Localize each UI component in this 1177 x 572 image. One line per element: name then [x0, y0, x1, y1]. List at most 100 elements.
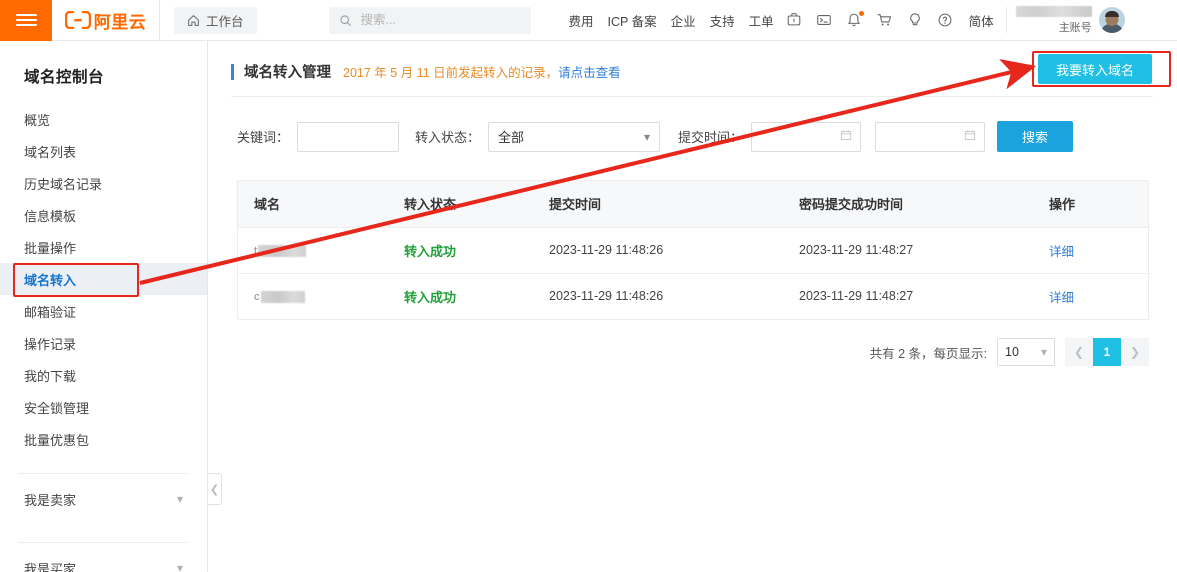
nav-link-enterprise[interactable]: 企业 — [671, 11, 696, 30]
status-label: 转入状态： — [415, 130, 481, 145]
nav-link-fees[interactable]: 费用 — [569, 11, 594, 30]
detail-link[interactable]: 详细 — [1049, 291, 1074, 305]
sidebar-item-label: 邮箱验证 — [24, 304, 77, 320]
bulb-icon[interactable] — [907, 12, 923, 28]
sidebar-title: 域名控制台 — [24, 69, 105, 86]
table-header-row: 域名 转入状态 提交时间 密码提交成功时间 操作 — [238, 181, 1148, 228]
status-select[interactable]: 全部 ▾ — [488, 121, 661, 152]
sidebar-item-label: 历史域名记录 — [24, 176, 103, 192]
avatar[interactable] — [1098, 7, 1125, 33]
pagination-summary: 共有 2 条，每页显示: — [869, 346, 987, 361]
table-row[interactable]: t 转入成功 2023-11-29 11:48:26 2023-11-29 11… — [238, 227, 1148, 274]
keyword-label: 关键词： — [237, 130, 290, 145]
page-size-select[interactable]: 10 ▾ — [997, 338, 1055, 366]
sidebar-item-label: 信息模板 — [24, 208, 77, 224]
sidebar-item-my-downloads[interactable]: 我的下载 — [0, 359, 207, 391]
cart-icon[interactable] — [876, 12, 893, 28]
top-navigation-bar: 阿里云 工作台 费用 ICP 备案 企业 支持 工单 — [0, 0, 1177, 41]
account-role-label: 主账号 — [1058, 21, 1092, 34]
cell-domain: c — [238, 273, 388, 319]
sidebar-group-label: 我是买家 — [24, 561, 77, 572]
sidebar-item-label: 安全锁管理 — [24, 400, 90, 416]
sidebar-item-overview[interactable]: 概览 — [0, 103, 207, 135]
sidebar-item-label: 批量操作 — [24, 240, 77, 256]
chevron-right-icon: ❯ — [1129, 345, 1141, 359]
page-notice-text: 2017 年 5 月 11 日前发起转入的记录， — [343, 66, 559, 80]
keyword-input[interactable] — [297, 121, 400, 152]
global-search-box[interactable] — [328, 6, 531, 34]
chevron-left-icon: ❮ — [1073, 345, 1085, 359]
table-row[interactable]: c 转入成功 2023-11-29 11:48:26 2023-11-29 11… — [238, 273, 1148, 319]
chevron-down-icon: ▾ — [1040, 345, 1047, 359]
submit-time-start-input[interactable] — [751, 121, 862, 152]
page-notice: 2017 年 5 月 11 日前发起转入的记录，请点击查看 — [343, 62, 621, 81]
search-button[interactable]: 搜索 — [997, 121, 1074, 152]
column-header-submit-time: 提交时间 — [533, 181, 783, 228]
sidebar-item-batch-package[interactable]: 批量优惠包 — [0, 423, 207, 455]
cell-submit-time: 2023-11-29 11:48:26 — [549, 289, 664, 304]
aliyun-logo[interactable]: 阿里云 — [52, 0, 160, 41]
calendar-icon — [964, 129, 976, 144]
cell-domain: t — [238, 227, 388, 274]
sidebar-item-security-lock[interactable]: 安全锁管理 — [0, 391, 207, 423]
global-search-input[interactable] — [358, 12, 509, 28]
sidebar-item-email-verify[interactable]: 邮箱验证 — [0, 295, 207, 327]
sidebar-item-domain-list[interactable]: 域名列表 — [0, 135, 207, 167]
pagination: 共有 2 条，每页显示: 10 ▾ ❮ 1 ❯ — [209, 338, 1149, 366]
hamburger-menu-icon[interactable] — [0, 0, 52, 41]
sidebar-item-domain-transfer-in[interactable]: 域名转入 — [0, 263, 207, 295]
nav-link-ticket[interactable]: 工单 — [749, 11, 774, 30]
sidebar-item-label: 我的下载 — [24, 368, 77, 384]
sidebar-item-operation-log[interactable]: 操作记录 — [0, 327, 207, 359]
submit-time-end-input[interactable] — [875, 121, 986, 152]
column-header-status: 转入状态 — [388, 181, 533, 228]
help-icon[interactable] — [937, 12, 953, 28]
workbench-label: 工作台 — [206, 14, 244, 29]
chevron-down-icon: ▾ — [644, 129, 651, 144]
page-size-value: 10 — [1005, 345, 1019, 359]
cell-password-time: 2023-11-29 11:48:27 — [783, 227, 1033, 274]
sidebar-item-batch-ops[interactable]: 批量操作 — [0, 231, 207, 263]
top-nav-links: 费用 ICP 备案 企业 支持 工单 — [569, 11, 774, 30]
sidebar-group-seller[interactable]: 我是卖家 ▾ — [0, 474, 207, 524]
language-switcher[interactable]: 简体 — [969, 11, 994, 30]
chevron-down-icon: ▾ — [176, 492, 183, 506]
cell-action: 详细 — [1033, 227, 1148, 274]
column-header-password-time: 密码提交成功时间 — [783, 181, 1033, 228]
prev-page-button[interactable]: ❮ — [1065, 338, 1093, 366]
status-badge: 转入成功 — [404, 243, 457, 259]
calendar-icon — [840, 129, 852, 144]
home-icon — [188, 14, 199, 26]
nav-link-icp[interactable]: ICP 备案 — [608, 11, 657, 30]
chevron-left-icon: ❮ — [209, 483, 220, 496]
column-header-domain: 域名 — [238, 181, 388, 228]
sidebar-item-label: 域名转入 — [24, 272, 77, 288]
sidebar-nav-list: 概览 域名列表 历史域名记录 信息模板 批量操作 域名转入 邮箱验证 操作记录 … — [0, 103, 207, 455]
bell-icon[interactable] — [846, 11, 864, 28]
sidebar-item-history[interactable]: 历史域名记录 — [0, 167, 207, 199]
domain-redacted — [260, 290, 305, 303]
next-page-button[interactable]: ❯ — [1121, 338, 1149, 366]
detail-link[interactable]: 详细 — [1049, 245, 1074, 259]
account-menu[interactable]: 主账号 — [1015, 5, 1125, 35]
sidebar-item-info-template[interactable]: 信息模板 — [0, 199, 207, 231]
column-header-action: 操作 — [1033, 181, 1148, 228]
nav-link-support[interactable]: 支持 — [710, 11, 735, 30]
page-button-1[interactable]: 1 — [1093, 338, 1121, 366]
transfer-in-domain-button[interactable]: 我要转入域名 — [1037, 54, 1152, 84]
main-content: 域名转入管理 2017 年 5 月 11 日前发起转入的记录，请点击查看 我要转… — [209, 41, 1177, 572]
sidebar-item-label: 操作记录 — [24, 336, 77, 352]
page-notice-link[interactable]: 请点击查看 — [558, 66, 621, 80]
transfer-records-table: 域名 转入状态 提交时间 密码提交成功时间 操作 t 转入成功 2023-11-… — [237, 180, 1149, 320]
workbench-button[interactable]: 工作台 — [174, 6, 257, 34]
toolbox-icon[interactable] — [786, 12, 802, 28]
status-select-value: 全部 — [498, 130, 525, 145]
page-root: 阿里云 工作台 费用 ICP 备案 企业 支持 工单 — [0, 0, 1177, 572]
terminal-icon[interactable] — [816, 12, 832, 28]
sidebar: 域名控制台 概览 域名列表 历史域名记录 信息模板 批量操作 域名转入 邮箱验证… — [0, 41, 208, 572]
sidebar-group-buyer[interactable]: 我是买家 ▾ — [0, 543, 207, 572]
sidebar-collapse-handle[interactable]: ❮ — [208, 473, 222, 505]
cell-status: 转入成功 — [388, 227, 533, 274]
cell-status: 转入成功 — [388, 273, 533, 319]
logo-text: 阿里云 — [93, 12, 147, 32]
